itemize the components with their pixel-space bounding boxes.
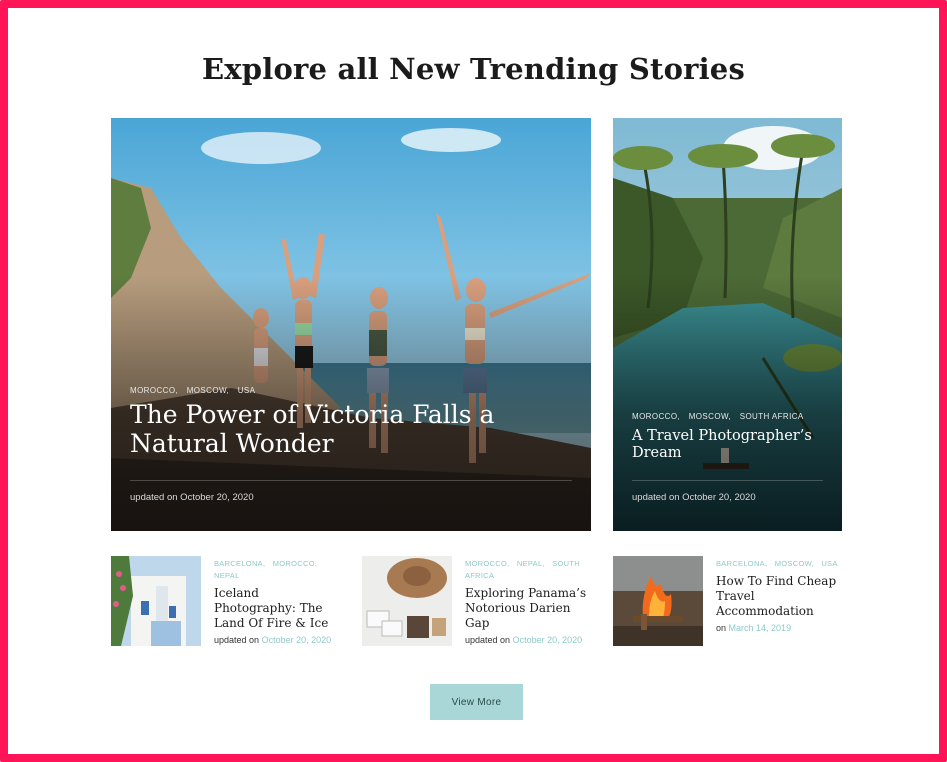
featured-date: updated on October 20, 2020 [632, 492, 756, 503]
featured-title[interactable]: A Travel Photographer’s Dream [632, 428, 832, 461]
tag-link[interactable]: Morocco, [273, 559, 317, 568]
tag-link[interactable]: Morocco, [632, 412, 680, 421]
story-tags: Morocco, Nepal, South Africa [465, 558, 595, 582]
featured-title[interactable]: The Power of Victoria Falls a Natural Wo… [130, 400, 570, 459]
section-title: Explore all New Trending Stories [202, 52, 745, 86]
featured-card-travel-photographer[interactable]: Morocco, Moscow, South Africa A Travel P… [613, 118, 842, 531]
tag-link[interactable]: Morocco, [130, 386, 178, 395]
story-meta: updated on October 20, 2020 [214, 635, 344, 645]
story-thumbnail[interactable] [613, 556, 703, 646]
divider [130, 480, 572, 481]
story-date[interactable]: October 20, 2020 [262, 635, 332, 645]
story-tags: Barcelona, Morocco, Nepal [214, 558, 344, 582]
featured-tags: Morocco, Moscow, South Africa [632, 412, 810, 421]
featured-date: updated on October 20, 2020 [130, 492, 254, 503]
tag-link[interactable]: USA [821, 559, 837, 568]
travel-hat-photo [362, 556, 452, 646]
story-card-accommodation: Barcelona, Moscow, USA How To Find Cheap… [613, 556, 853, 646]
tag-link[interactable]: Nepal, [517, 559, 545, 568]
story-title[interactable]: How To Find Cheap Travel Accommodation [716, 574, 846, 619]
story-date[interactable]: October 20, 2020 [513, 635, 583, 645]
white-village-photo [111, 556, 201, 646]
meta-prefix: updated on [465, 635, 511, 645]
story-thumbnail[interactable] [111, 556, 201, 646]
featured-tags: Morocco, Moscow, USA [130, 386, 261, 395]
tag-link[interactable]: Moscow, [775, 559, 814, 568]
tag-link[interactable]: Barcelona, [716, 559, 767, 568]
story-card-panama: Morocco, Nepal, South Africa Exploring P… [362, 556, 602, 646]
tag-link[interactable]: Nepal [214, 571, 240, 580]
divider [632, 480, 823, 481]
tag-link[interactable]: Barcelona, [214, 559, 265, 568]
story-meta: on March 14, 2019 [716, 623, 846, 633]
story-title[interactable]: Exploring Panama’s Notorious Darien Gap [465, 586, 595, 631]
featured-card-victoria-falls[interactable]: Morocco, Moscow, USA The Power of Victor… [111, 118, 591, 531]
story-tags: Barcelona, Moscow, USA [716, 558, 846, 570]
tag-link[interactable]: Morocco, [465, 559, 509, 568]
story-meta: updated on October 20, 2020 [465, 635, 595, 645]
story-date[interactable]: March 14, 2019 [729, 623, 792, 633]
view-more-button[interactable]: View More [430, 684, 523, 720]
tag-link[interactable]: South Africa [740, 412, 804, 421]
story-card-iceland: Barcelona, Morocco, Nepal Iceland Photog… [111, 556, 351, 646]
story-title[interactable]: Iceland Photography: The Land Of Fire & … [214, 586, 344, 631]
tag-link[interactable]: Moscow, [187, 386, 229, 395]
story-thumbnail[interactable] [362, 556, 452, 646]
tag-link[interactable]: Moscow, [689, 412, 731, 421]
campfire-photo [613, 556, 703, 646]
meta-prefix: on [716, 623, 727, 633]
tag-link[interactable]: USA [238, 386, 256, 395]
meta-prefix: updated on [214, 635, 260, 645]
